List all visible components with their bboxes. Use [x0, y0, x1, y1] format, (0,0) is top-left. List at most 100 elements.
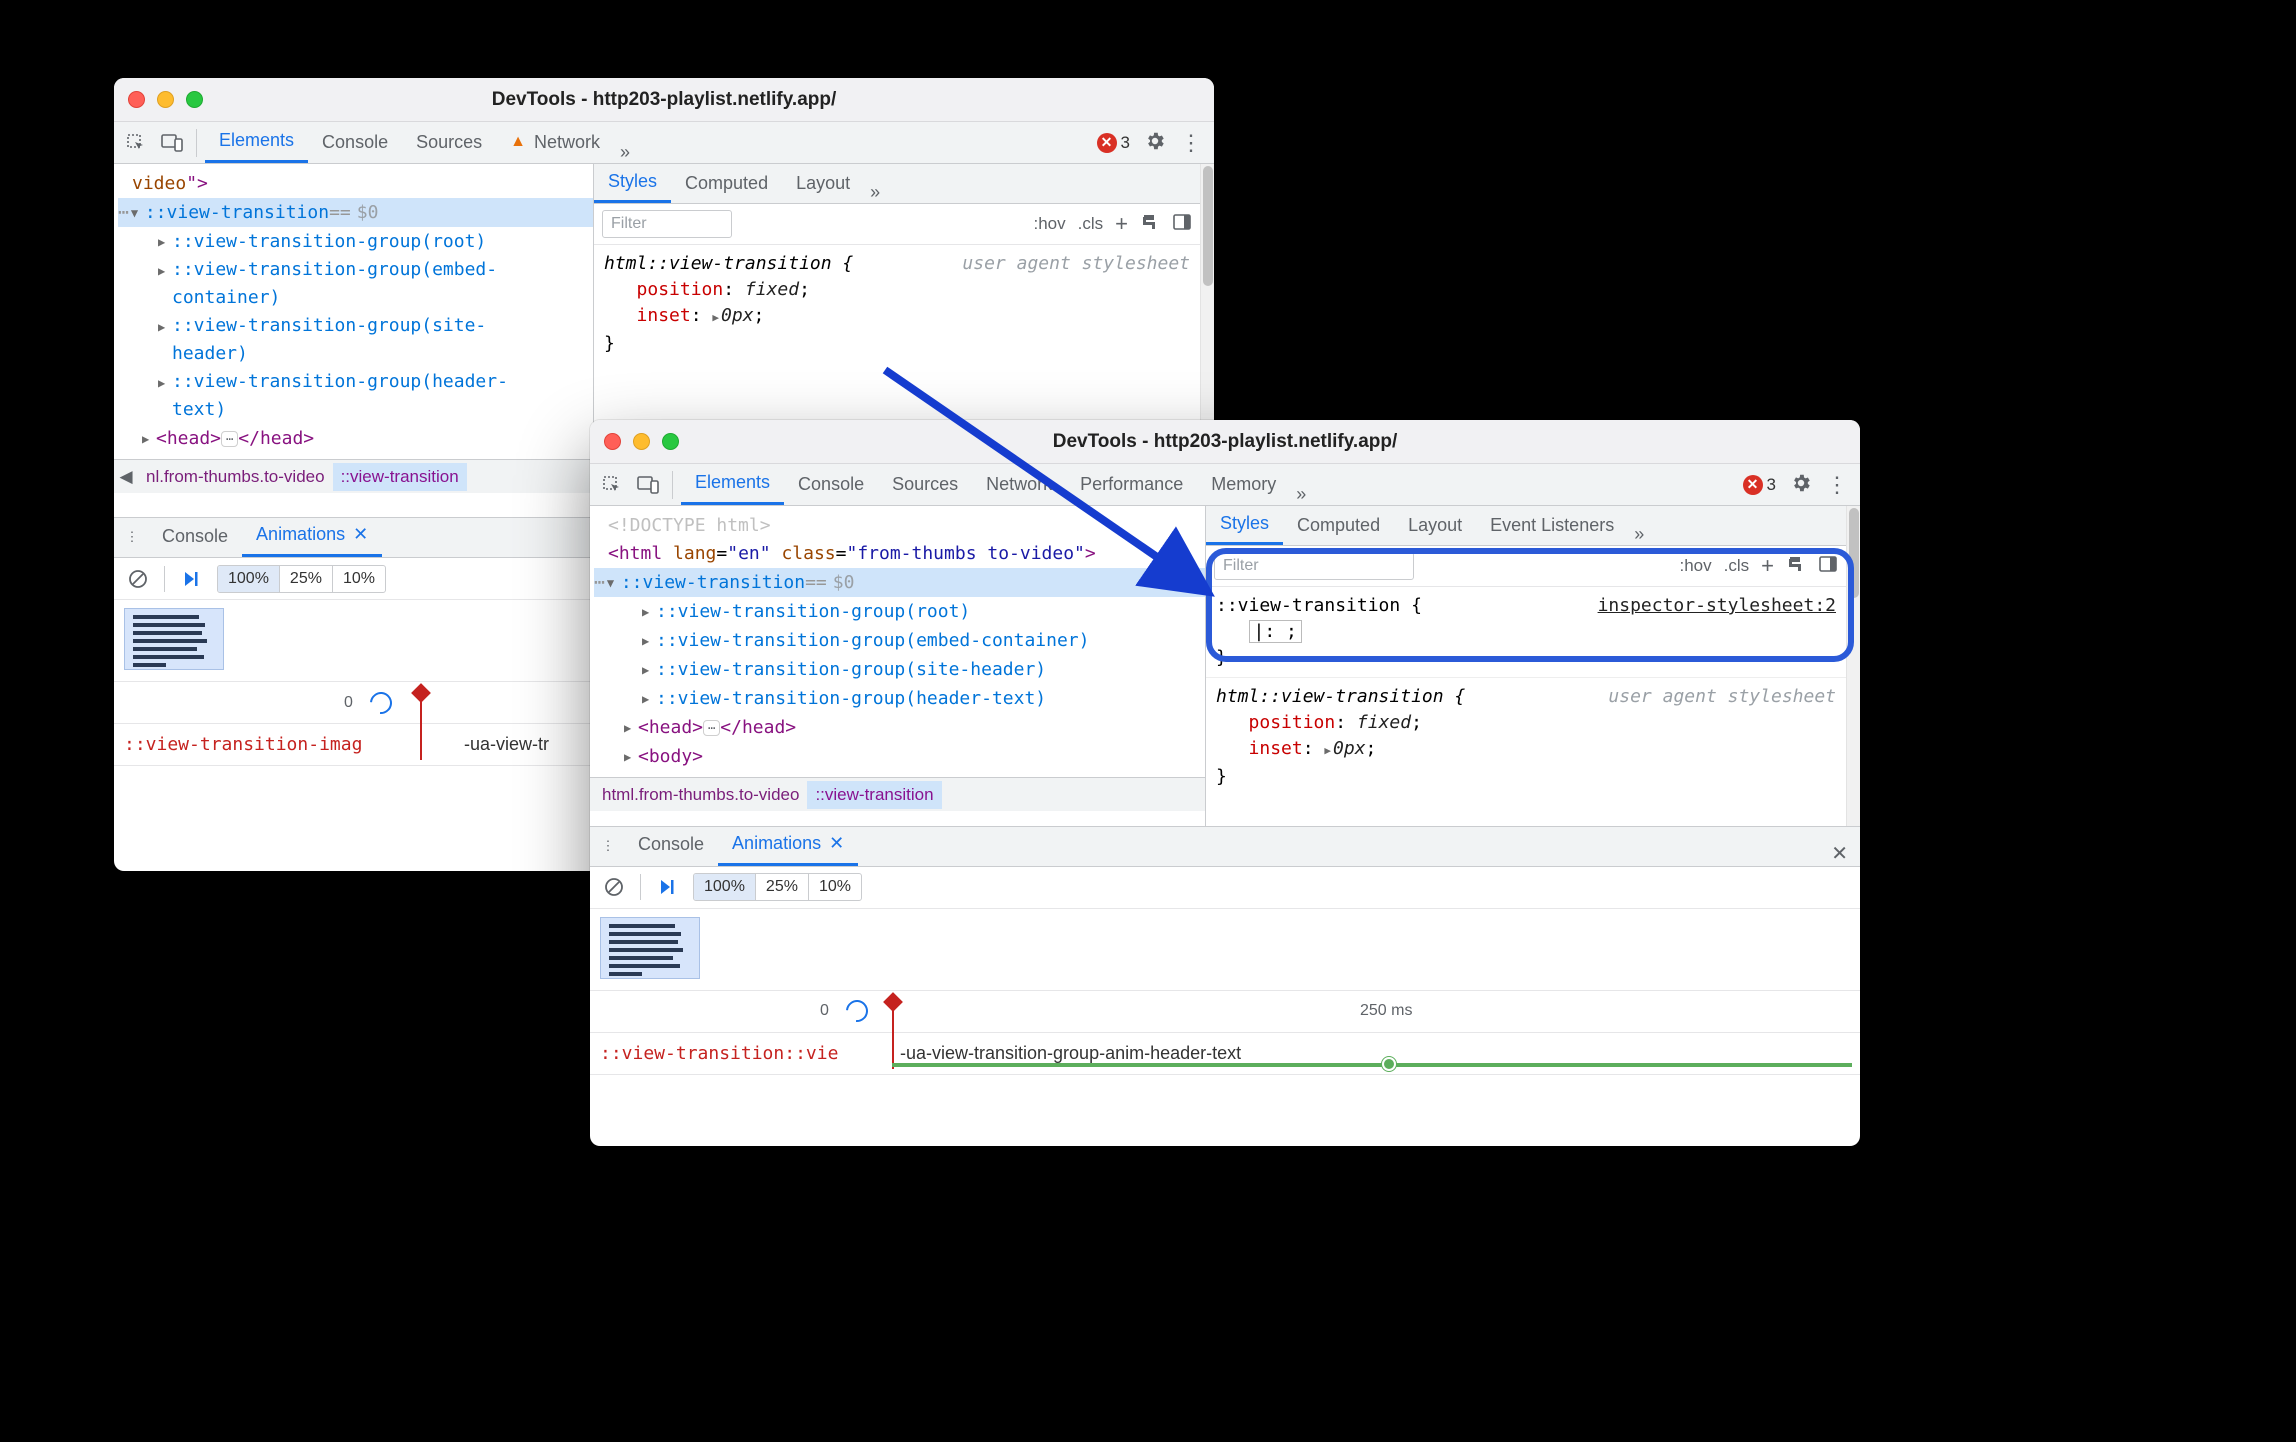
new-rule-icon[interactable]: + [1761, 553, 1774, 579]
settings-icon[interactable] [1144, 130, 1166, 155]
dom-row-selected[interactable]: ⋯ ::view-transition == $0 [118, 198, 593, 227]
panel-toggle-icon[interactable] [1818, 554, 1838, 579]
inspect-icon[interactable] [120, 127, 152, 159]
panel-toggle-icon[interactable] [1172, 212, 1192, 237]
drawer-close-icon[interactable]: ✕ [1831, 841, 1860, 866]
more-subtabs-chevron[interactable]: » [1628, 524, 1650, 545]
kebab-menu-icon[interactable]: ⋮ [1826, 472, 1848, 498]
subtab-styles[interactable]: Styles [594, 163, 671, 203]
replay-icon[interactable] [366, 687, 397, 718]
property-edit-input[interactable]: |: ; [1249, 620, 1302, 643]
style-rule-editing[interactable]: inspector-stylesheet:2 ::view-transition… [1206, 587, 1846, 678]
tab-console[interactable]: Console [308, 121, 402, 163]
animation-row[interactable]: ::view-transition::vie -ua-view-transiti… [590, 1033, 1860, 1075]
tab-network[interactable]: ▲ Network [496, 121, 614, 163]
subtab-computed[interactable]: Computed [671, 163, 782, 203]
dom-row-selected[interactable]: ⋯ ::view-transition == $0 [594, 568, 1205, 597]
drawer-tab-animations[interactable]: Animations ✕ [242, 515, 382, 557]
styles-filter-input[interactable]: Filter [1214, 552, 1414, 580]
close-tab-icon[interactable]: ✕ [829, 833, 844, 854]
clear-icon[interactable] [124, 565, 152, 593]
more-tabs-chevron[interactable]: » [1290, 484, 1312, 505]
breadcrumb-item[interactable]: nl.from-thumbs.to-video [138, 463, 333, 491]
animation-overview[interactable] [590, 909, 1860, 991]
speed-25[interactable]: 25% [756, 874, 809, 900]
clear-icon[interactable] [600, 873, 628, 901]
dom-row[interactable]: ::view-transition-group(root) [118, 227, 593, 256]
tab-elements[interactable]: Elements [205, 121, 308, 163]
style-rule[interactable]: user agent stylesheet html::view-transit… [1206, 678, 1846, 796]
play-icon[interactable] [653, 873, 681, 901]
drawer-kebab-icon[interactable]: ⋮ [592, 826, 624, 866]
more-subtabs-chevron[interactable]: » [864, 182, 886, 203]
subtab-computed[interactable]: Computed [1283, 505, 1394, 545]
timeline-ruler[interactable]: 0 250 ms [590, 991, 1860, 1033]
new-rule-icon[interactable]: + [1115, 211, 1128, 237]
dom-row-head[interactable]: <head>⋯</head> [594, 713, 1205, 742]
inspect-icon[interactable] [596, 469, 628, 501]
breadcrumb-back-icon[interactable]: ◀ [114, 467, 138, 487]
more-tabs-chevron[interactable]: » [614, 142, 636, 163]
dom-row-body[interactable]: <body> [594, 742, 1205, 771]
speed-10[interactable]: 10% [333, 566, 385, 592]
dom-row[interactable]: ::view-transition-group(root) [594, 597, 1205, 626]
dom-row-head[interactable]: <head> ⋯ </head> [118, 424, 593, 453]
replay-icon[interactable] [842, 996, 873, 1027]
rule-source[interactable]: user agent stylesheet [962, 251, 1190, 277]
style-rule[interactable]: user agent stylesheet html::view-transit… [594, 245, 1200, 363]
dom-row-doctype[interactable]: <!DOCTYPE html> [594, 512, 1205, 540]
vscroll[interactable] [1846, 506, 1860, 826]
error-count[interactable]: ✕ 3 [1743, 475, 1776, 495]
tab-sources[interactable]: Sources [402, 121, 496, 163]
animation-track[interactable] [892, 1063, 1852, 1067]
subtab-styles[interactable]: Styles [1206, 505, 1283, 545]
playhead-marker-icon[interactable] [411, 683, 431, 703]
drawer-tab-console[interactable]: Console [624, 824, 718, 866]
speed-25[interactable]: 25% [280, 566, 333, 592]
kebab-menu-icon[interactable]: ⋮ [1180, 130, 1202, 156]
speed-10[interactable]: 10% [809, 874, 861, 900]
subtab-event-listeners[interactable]: Event Listeners [1476, 505, 1628, 545]
tab-memory[interactable]: Memory [1197, 463, 1290, 505]
paint-icon[interactable] [1786, 554, 1806, 579]
dom-row[interactable]: ::view-transition-group(embed-container) [118, 256, 593, 312]
rule-source-link[interactable]: inspector-stylesheet:2 [1598, 593, 1836, 619]
animation-preview-thumb[interactable] [600, 917, 700, 979]
ellipsis-icon[interactable]: ⋯ [703, 720, 720, 736]
keyframe-end-icon[interactable] [1382, 1057, 1396, 1071]
drawer-kebab-icon[interactable]: ⋮ [116, 517, 148, 557]
styles-filter-input[interactable]: Filter [602, 210, 732, 238]
error-count[interactable]: ✕ 3 [1097, 133, 1130, 153]
tab-elements[interactable]: Elements [681, 463, 784, 505]
hov-toggle[interactable]: :hov [1680, 556, 1712, 576]
breadcrumb-item-selected[interactable]: ::view-transition [333, 463, 467, 491]
dom-row[interactable]: ::view-transition-group(site-header) [594, 655, 1205, 684]
dom-tree[interactable]: <!DOCTYPE html> <html lang="en" class="f… [590, 506, 1205, 777]
close-tab-icon[interactable]: ✕ [353, 524, 368, 545]
subtab-layout[interactable]: Layout [1394, 505, 1476, 545]
dom-row-html[interactable]: <html lang="en" class="from-thumbs to-vi… [594, 540, 1205, 568]
playhead-marker-icon[interactable] [883, 992, 903, 1012]
speed-100[interactable]: 100% [218, 566, 280, 592]
drawer-tab-animations[interactable]: Animations ✕ [718, 824, 858, 866]
device-toggle-icon[interactable] [632, 469, 664, 501]
dom-row[interactable]: ::view-transition-group(header-text) [594, 684, 1205, 713]
tab-sources[interactable]: Sources [878, 463, 972, 505]
speed-100[interactable]: 100% [694, 874, 756, 900]
settings-icon[interactable] [1790, 472, 1812, 497]
cls-toggle[interactable]: .cls [1078, 214, 1104, 234]
rule-source[interactable]: user agent stylesheet [1608, 684, 1836, 710]
dom-row[interactable]: ::view-transition-group(header-text) [118, 368, 593, 424]
play-icon[interactable] [177, 565, 205, 593]
breadcrumb-item[interactable]: html.from-thumbs.to-video [590, 781, 807, 809]
dom-row[interactable]: video"> [118, 170, 593, 198]
ellipsis-icon[interactable]: ⋯ [221, 431, 238, 447]
tab-console[interactable]: Console [784, 463, 878, 505]
hov-toggle[interactable]: :hov [1034, 214, 1066, 234]
device-toggle-icon[interactable] [156, 127, 188, 159]
dom-row[interactable]: ::view-transition-group(site-header) [118, 312, 593, 368]
drawer-tab-console[interactable]: Console [148, 515, 242, 557]
subtab-layout[interactable]: Layout [782, 163, 864, 203]
cls-toggle[interactable]: .cls [1724, 556, 1750, 576]
tab-network[interactable]: Network [972, 463, 1066, 505]
